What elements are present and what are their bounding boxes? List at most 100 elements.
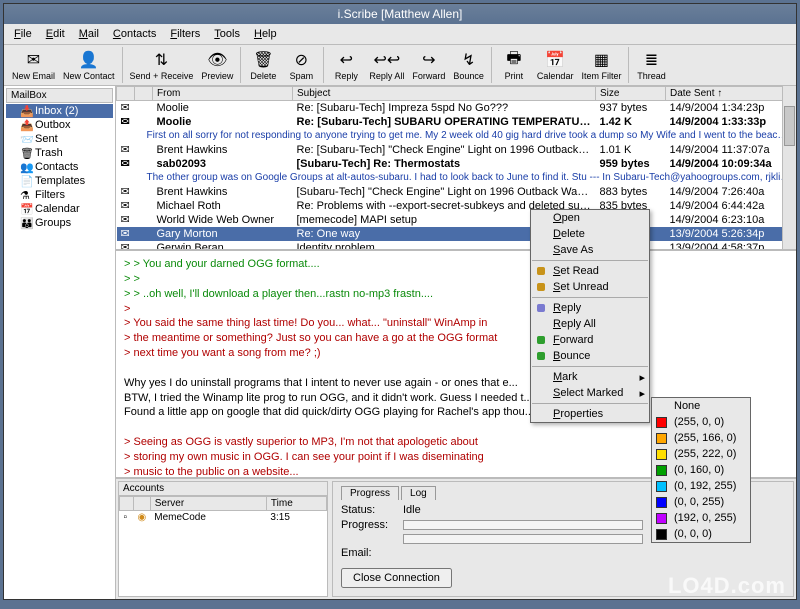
- scrollbar[interactable]: [782, 86, 796, 249]
- color-00c0ff[interactable]: (0, 192, 255): [652, 478, 750, 494]
- tb-delete[interactable]: 🗑Delete: [244, 47, 282, 83]
- ctx-open[interactable]: Open: [531, 210, 649, 226]
- folder-tree[interactable]: 📥Inbox (2)📤Outbox📨Sent🗑Trash👥Contacts📄Te…: [6, 104, 113, 230]
- accounts-title: Accounts: [119, 482, 327, 496]
- ctx-save-as[interactable]: Save As: [531, 242, 649, 258]
- ctx-reply[interactable]: Reply: [531, 300, 649, 316]
- progress-bar2: [403, 534, 643, 544]
- folder-contacts[interactable]: 👥Contacts: [6, 160, 113, 174]
- message-row[interactable]: ✉Brent HawkinsRe: [Subaru-Tech] "Check E…: [117, 143, 796, 157]
- message-row[interactable]: ✉Gary MortonRe: One way3.51 K13/9/2004 5…: [117, 227, 796, 241]
- tb-calendar[interactable]: 📅Calendar: [533, 47, 578, 83]
- col-server[interactable]: Server: [150, 497, 266, 511]
- color-ffa600[interactable]: (255, 166, 0): [652, 430, 750, 446]
- tb-new-email[interactable]: ✉New Email: [8, 47, 59, 83]
- col-time[interactable]: Time: [266, 497, 326, 511]
- message-list[interactable]: FromSubjectSizeDate Sent ↑✉MoolieRe: [Su…: [116, 86, 796, 251]
- progress-label: Progress:: [341, 519, 395, 531]
- message-row[interactable]: ✉Michael RothRe: Problems with --export-…: [117, 199, 796, 213]
- folder-groups[interactable]: 👪Groups: [6, 216, 113, 230]
- thread-icon: ≣: [640, 49, 662, 71]
- folder-inbox[interactable]: 📥Inbox (2): [6, 104, 113, 118]
- account-time: 3:15: [266, 511, 326, 525]
- color-ff0000[interactable]: (255, 0, 0): [652, 414, 750, 430]
- quote-line: > You said the same thing last time! Do …: [124, 316, 788, 331]
- menu-help[interactable]: Help: [248, 26, 283, 42]
- color-000000[interactable]: (0, 0, 0): [652, 526, 750, 542]
- tb-spam[interactable]: ⊘Spam: [282, 47, 320, 83]
- quote-line: >: [124, 302, 788, 317]
- close-connection-button[interactable]: Close Connection: [341, 568, 452, 588]
- body-line: Why yes I do uninstall programs that I i…: [124, 376, 788, 391]
- message-table[interactable]: FromSubjectSizeDate Sent ↑✉MoolieRe: [Su…: [116, 86, 796, 251]
- thread-snippet: First on all sorry for not responding to…: [117, 129, 796, 143]
- tb-send-receive[interactable]: ⇅Send + Receive: [126, 47, 198, 83]
- ctx-mark[interactable]: Mark: [531, 369, 649, 385]
- watermark: LO4D.com: [668, 573, 786, 599]
- color-c000ff[interactable]: (192, 0, 255): [652, 510, 750, 526]
- tb-print[interactable]: 🖶Print: [495, 47, 533, 83]
- message-row[interactable]: ✉World Wide Web Owner[memecode] MAPI set…: [117, 213, 796, 227]
- ctx-select-marked[interactable]: Select Marked: [531, 385, 649, 401]
- tb-reply-all[interactable]: ↩↩Reply All: [365, 47, 408, 83]
- col-size[interactable]: Size: [596, 87, 666, 101]
- menu-filters[interactable]: Filters: [164, 26, 206, 42]
- accounts-table[interactable]: Server Time ▫ ◉ MemeCode 3:15: [119, 496, 327, 524]
- menu-file[interactable]: File: [8, 26, 38, 42]
- folder-filters[interactable]: ⚗Filters: [6, 188, 113, 202]
- reply-icon: ↩: [335, 49, 357, 71]
- tb-item-filter[interactable]: ▦Item Filter: [577, 47, 625, 83]
- print-icon: 🖶: [503, 49, 525, 71]
- tb-thread[interactable]: ≣Thread: [632, 47, 670, 83]
- tab-progress[interactable]: Progress: [341, 486, 399, 500]
- message-row[interactable]: ✉MoolieRe: [Subaru-Tech] SUBARU OPERATIN…: [117, 115, 796, 129]
- message-row[interactable]: ✉sab02093[Subaru-Tech] Re: Thermostats95…: [117, 157, 796, 171]
- context-menu[interactable]: OpenDeleteSave As Set ReadSet Unread Reply…: [530, 209, 650, 423]
- tab-log[interactable]: Log: [401, 486, 436, 500]
- color-none[interactable]: None: [652, 398, 750, 414]
- scroll-thumb[interactable]: [784, 106, 795, 146]
- col-from[interactable]: From: [153, 87, 293, 101]
- ctx-delete[interactable]: Delete: [531, 226, 649, 242]
- message-row[interactable]: ✉MoolieRe: [Subaru-Tech] Impreza 5spd No…: [117, 101, 796, 115]
- color-ffde00[interactable]: (255, 222, 0): [652, 446, 750, 462]
- message-row[interactable]: ✉Brent Hawkins[Subaru-Tech] "Check Engin…: [117, 185, 796, 199]
- menu-mail[interactable]: Mail: [73, 26, 105, 42]
- calendar-icon: 📅: [544, 49, 566, 71]
- quote-line: > the meantime or something? Just so you…: [124, 331, 788, 346]
- folder-trash[interactable]: 🗑Trash: [6, 146, 113, 160]
- tb-reply[interactable]: ↩Reply: [327, 47, 365, 83]
- color-00a000[interactable]: (0, 160, 0): [652, 462, 750, 478]
- col-date[interactable]: Date Sent ↑: [666, 87, 796, 101]
- folder-outbox[interactable]: 📤Outbox: [6, 118, 113, 132]
- ctx-set-unread[interactable]: Set Unread: [531, 279, 649, 295]
- folder-calendar[interactable]: 📅Calendar: [6, 202, 113, 216]
- quote-line: > > You and your darned OGG format....: [124, 257, 788, 272]
- menubar[interactable]: FileEditMailContactsFiltersToolsHelp: [4, 24, 796, 45]
- reply-all-icon: ↩↩: [376, 49, 398, 71]
- account-server: MemeCode: [150, 511, 266, 525]
- menu-edit[interactable]: Edit: [40, 26, 71, 42]
- tb-bounce[interactable]: ↯Bounce: [449, 47, 488, 83]
- tb-preview[interactable]: 👁Preview: [197, 47, 237, 83]
- window-title: i.Scribe [Matthew Allen]: [12, 7, 788, 21]
- account-row[interactable]: ▫ ◉ MemeCode 3:15: [120, 511, 327, 525]
- color-0000ff[interactable]: (0, 0, 255): [652, 494, 750, 510]
- tb-forward[interactable]: ↪Forward: [408, 47, 449, 83]
- status-label: Status:: [341, 504, 395, 516]
- titlebar[interactable]: i.Scribe [Matthew Allen]: [4, 4, 796, 24]
- message-row[interactable]: ✉Gerwin BeranIdentity problem521 bytes13…: [117, 241, 796, 252]
- color-submenu[interactable]: None(255, 0, 0)(255, 166, 0)(255, 222, 0…: [651, 397, 751, 543]
- tb-new-contact[interactable]: 👤New Contact: [59, 47, 119, 83]
- ctx-properties[interactable]: Properties: [531, 406, 649, 422]
- col-subject[interactable]: Subject: [293, 87, 596, 101]
- ctx-set-read[interactable]: Set Read: [531, 263, 649, 279]
- menu-contacts[interactable]: Contacts: [107, 26, 162, 42]
- menu-tools[interactable]: Tools: [208, 26, 246, 42]
- quote-line: > > ..oh well, I'll download a player th…: [124, 287, 788, 302]
- folder-sent[interactable]: 📨Sent: [6, 132, 113, 146]
- ctx-bounce[interactable]: Bounce: [531, 348, 649, 364]
- folder-templates[interactable]: 📄Templates: [6, 174, 113, 188]
- ctx-forward[interactable]: Forward: [531, 332, 649, 348]
- ctx-reply-all[interactable]: Reply All: [531, 316, 649, 332]
